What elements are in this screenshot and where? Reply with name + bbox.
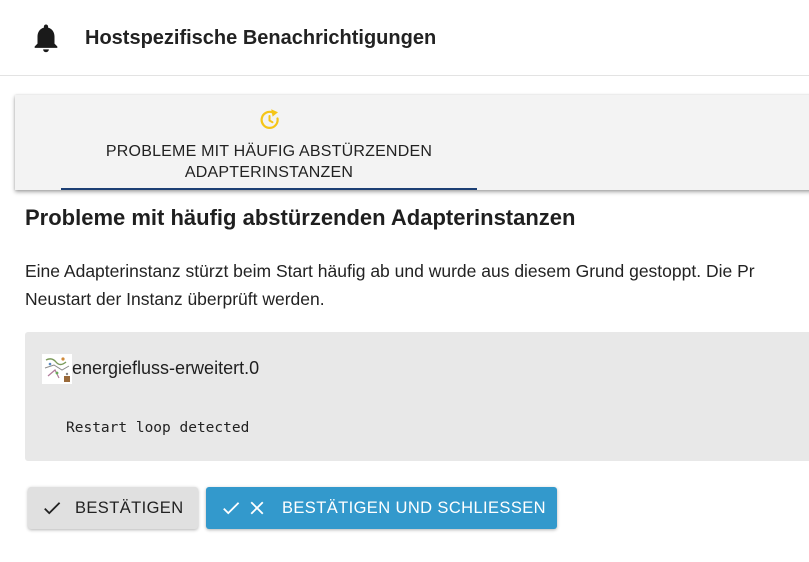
confirm-button-label: BESTÄTIGEN (75, 498, 184, 517)
description-line2: Neustart der Instanz überprüft werden. (25, 289, 325, 309)
confirm-and-close-button-label: BESTÄTIGEN UND SCHLIESSEN (282, 498, 546, 517)
adapter-icon (42, 354, 72, 384)
app-header: Hostspezifische Benachrichtigungen (0, 0, 809, 76)
tab-label-line2: ADAPTERINSTANZEN (184, 164, 354, 181)
confirm-button[interactable]: BESTÄTIGEN (28, 487, 198, 529)
section-title: Probleme mit häufig abstürzenden Adapter… (25, 205, 576, 230)
check-icon (223, 502, 240, 515)
tab-label-line1: PROBLEME MIT HÄUFIG ABSTÜRZENDEN (105, 143, 433, 160)
tab-bar: PROBLEME MIT HÄUFIG ABSTÜRZENDEN ADAPTER… (15, 95, 809, 190)
tab-crashing-adapter-instances[interactable]: PROBLEME MIT HÄUFIG ABSTÜRZENDEN ADAPTER… (61, 95, 477, 190)
tab-active-indicator (61, 188, 477, 190)
description: Eine Adapterinstanz stürzt beim Start hä… (25, 257, 809, 313)
tab-label: PROBLEME MIT HÄUFIG ABSTÜRZENDEN ADAPTER… (61, 141, 477, 183)
instance-name: energiefluss-erweitert.0 (72, 358, 260, 378)
description-line1: Eine Adapterinstanz stürzt beim Start hä… (25, 261, 755, 281)
log-message: Restart loop detected (66, 420, 250, 436)
page-title: Hostspezifische Benachrichtigungen (85, 27, 437, 49)
bell-icon (34, 24, 58, 53)
close-icon (250, 501, 264, 515)
check-icon (44, 502, 61, 515)
confirm-and-close-button[interactable]: BESTÄTIGEN UND SCHLIESSEN (206, 487, 557, 529)
instance-card: energiefluss-erweitert.0 Restart loop de… (25, 332, 809, 461)
restart-clock-icon (260, 109, 279, 129)
